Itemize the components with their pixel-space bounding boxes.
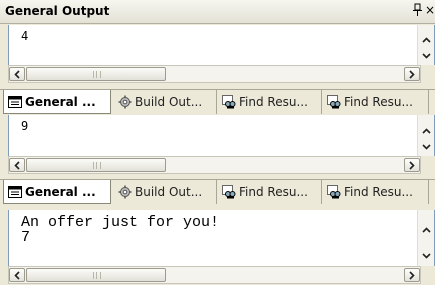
vertical-scrollbar-3[interactable]: [417, 210, 434, 266]
tab-label: Find Resu...: [344, 185, 413, 199]
scroll-left-icon[interactable]: [9, 158, 25, 172]
build-gear-icon: [118, 185, 132, 199]
tab-label: General ...: [25, 94, 96, 109]
scroll-up-icon[interactable]: [419, 223, 433, 237]
find-results-icon: [222, 185, 236, 199]
scroll-right-icon[interactable]: [404, 158, 420, 172]
tab-label: General ...: [25, 184, 96, 199]
tab-label: Build Out...: [135, 95, 203, 109]
tab-build-output[interactable]: Build Out...: [114, 180, 217, 204]
build-gear-icon: [118, 95, 132, 109]
scroll-down-icon[interactable]: [419, 249, 433, 263]
scroll-right-icon[interactable]: [404, 67, 420, 81]
tab-general-output[interactable]: General ...: [3, 90, 111, 114]
tab-label: Find Resu...: [344, 95, 413, 109]
tab-label: Build Out...: [135, 185, 203, 199]
tab-label: Find Resu...: [239, 185, 308, 199]
close-icon[interactable]: ×: [425, 4, 435, 16]
output-text-3: An offer just for you! 7: [21, 214, 220, 246]
tab-find-results-2[interactable]: Find Resu...: [323, 180, 429, 204]
tab-build-output[interactable]: Build Out...: [114, 90, 217, 114]
tab-strip-2: General ... Build Out... Find Resu... Fi…: [0, 179, 435, 205]
scroll-left-icon[interactable]: [9, 67, 25, 81]
tab-find-results-1[interactable]: Find Resu...: [218, 90, 322, 114]
tab-label: Find Resu...: [239, 95, 308, 109]
scroll-up-icon[interactable]: [419, 33, 433, 47]
tab-general-output[interactable]: General ...: [3, 180, 111, 204]
find-results-icon: [222, 95, 236, 109]
vertical-scrollbar-2[interactable]: [417, 115, 434, 156]
tab-find-results-2[interactable]: Find Resu...: [323, 90, 429, 114]
scroll-left-icon[interactable]: [9, 268, 25, 282]
find-results-icon: [327, 95, 341, 109]
output-pane-2[interactable]: 9: [8, 115, 435, 156]
output-text-2: 9: [21, 119, 29, 133]
output-pane-3[interactable]: An offer just for you! 7: [8, 210, 435, 266]
find-results-icon: [327, 185, 341, 199]
output-window-icon: [8, 185, 22, 199]
scroll-down-icon[interactable]: [419, 49, 433, 63]
output-window-icon: [8, 95, 22, 109]
horizontal-scrollbar-2[interactable]: [8, 156, 421, 174]
output-pane-1[interactable]: 4: [8, 25, 435, 65]
pin-icon[interactable]: [413, 3, 422, 17]
scroll-up-icon[interactable]: [419, 124, 433, 138]
horizontal-scrollbar-1[interactable]: [8, 65, 421, 83]
scroll-thumb[interactable]: [26, 67, 166, 81]
scroll-right-icon[interactable]: [404, 268, 420, 282]
scroll-down-icon[interactable]: [419, 140, 433, 154]
scroll-thumb[interactable]: [26, 158, 166, 172]
title-bar: General Output ×: [0, 0, 435, 24]
tab-strip-1: General ... Build Out... Find Resu... Fi…: [0, 89, 435, 114]
tab-find-results-1[interactable]: Find Resu...: [218, 180, 322, 204]
output-text-1: 4: [21, 29, 29, 43]
window-title: General Output: [5, 4, 110, 18]
horizontal-scrollbar-3[interactable]: [8, 266, 421, 284]
scroll-thumb[interactable]: [26, 268, 166, 282]
vertical-scrollbar-1[interactable]: [417, 25, 434, 65]
